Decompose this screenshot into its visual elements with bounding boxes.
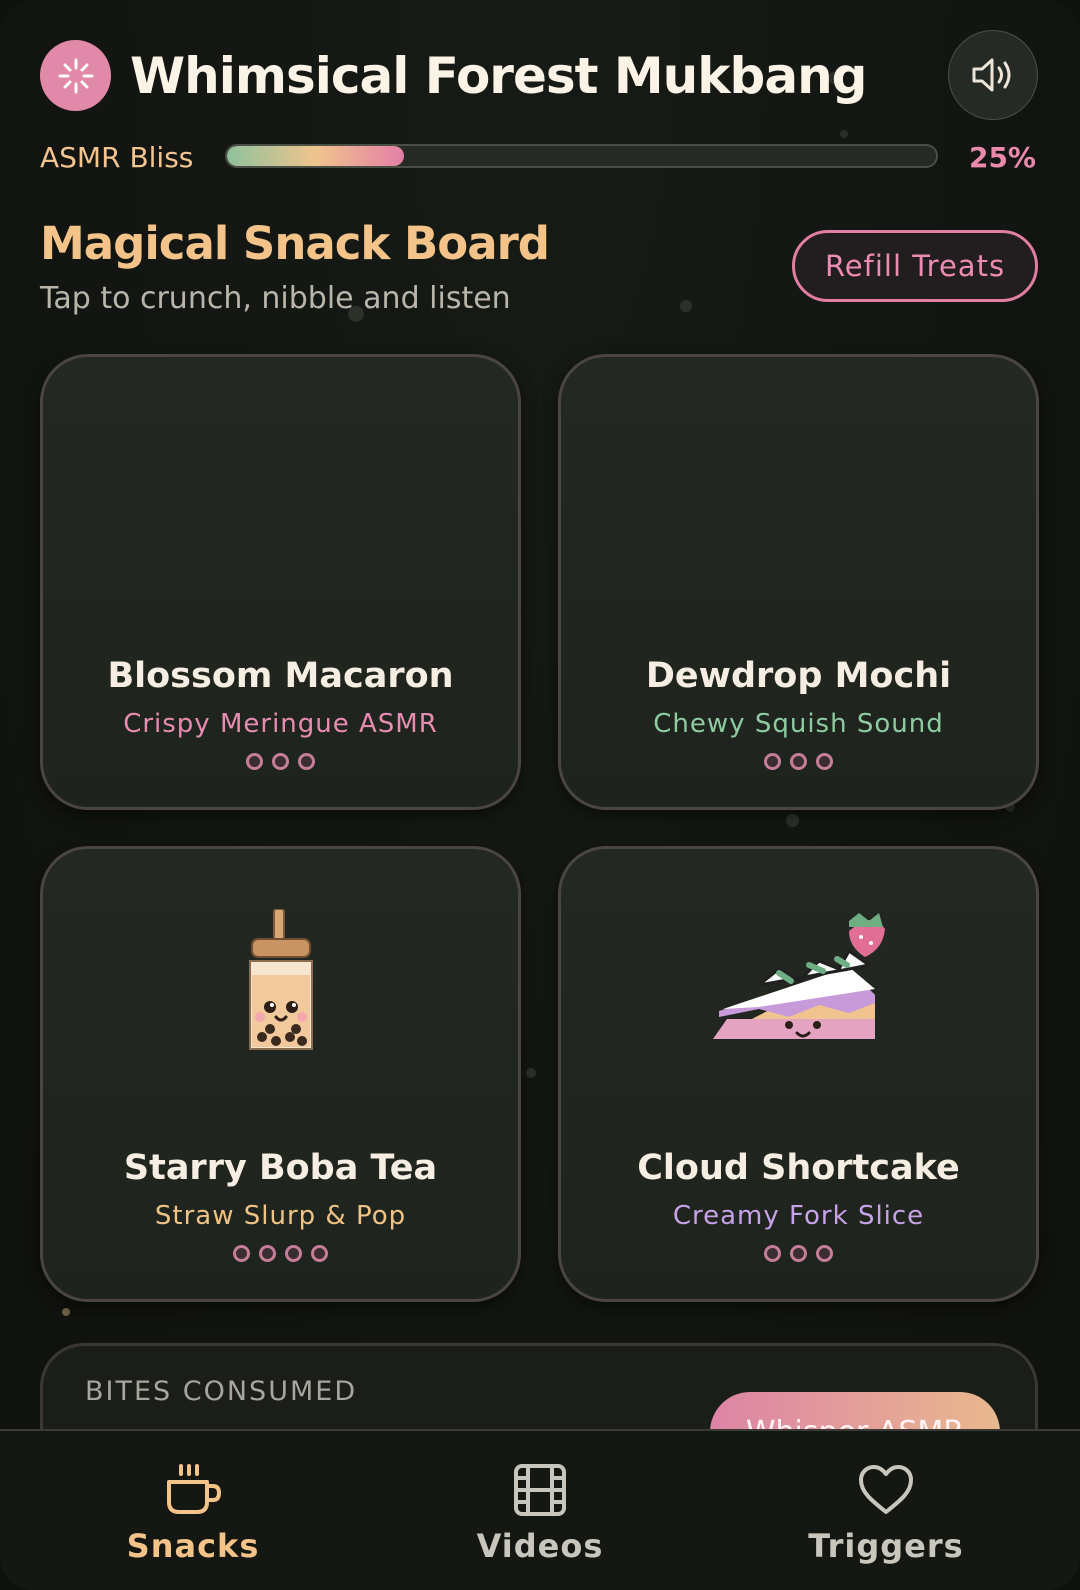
rating-pip [816, 753, 833, 770]
snack-name: Blossom Macaron [107, 656, 454, 696]
nav-icon [857, 1461, 915, 1519]
nav-icon [512, 1461, 568, 1519]
sparkle-icon [58, 58, 93, 93]
nav-tab-triggers[interactable]: Triggers [706, 1431, 1066, 1590]
bliss-percent: 25% [968, 141, 1036, 174]
section-title: Magical Snack Board [40, 217, 550, 270]
rating-pip [272, 753, 289, 770]
nav-tab-snacks[interactable]: Snacks [13, 1431, 373, 1590]
snack-sound: Creamy Fork Slice [672, 1201, 925, 1231]
ambient-dot [840, 130, 848, 138]
snack-name: Starry Boba Tea [123, 1148, 438, 1188]
rating-pip [246, 753, 263, 770]
rating-pip [816, 1245, 833, 1262]
snack-card-cloud-shortcake[interactable]: Cloud Shortcake Creamy Fork Slice [558, 846, 1039, 1302]
nav-tab-videos[interactable]: Videos [360, 1431, 720, 1590]
snack-sound: Straw Slurp & Pop [154, 1201, 407, 1231]
rating-pip [311, 1245, 328, 1262]
section-subtitle: Tap to crunch, nibble and listen [40, 281, 511, 316]
app-logo [40, 40, 111, 111]
bliss-label: ASMR Bliss [40, 141, 194, 174]
bliss-progress-fill [227, 146, 405, 166]
speaker-icon [972, 58, 1011, 92]
bites-consumed-label: BITES CONSUMED [85, 1376, 358, 1407]
snack-card-blossom-macaron[interactable]: Blossom Macaron Crispy Meringue ASMR [40, 354, 521, 810]
snack-card-starry-boba-tea[interactable]: Starry Boba Tea Straw Slurp & Pop [40, 846, 521, 1302]
rating-pip [298, 753, 315, 770]
app-screen: Whimsical Forest Mukbang ASMR Bliss 25% … [0, 0, 1080, 1590]
heart-icon [859, 1465, 913, 1514]
snack-name: Dewdrop Mochi [645, 656, 952, 696]
bottom-nav: Snacks Videos Triggers [0, 1429, 1080, 1590]
snack-art [561, 889, 1036, 1079]
rating-pip [790, 753, 807, 770]
rating-pip [285, 1245, 302, 1262]
nav-label: Videos [476, 1527, 604, 1565]
app-title: Whimsical Forest Mukbang [130, 47, 867, 105]
film-icon [514, 1464, 566, 1516]
bliss-progress-bar [225, 144, 938, 168]
snack-pips [43, 753, 518, 770]
cup-icon [167, 1464, 221, 1514]
ambient-dot [62, 1308, 70, 1316]
nav-label: Snacks [126, 1527, 260, 1565]
shortcake-icon [712, 913, 885, 1039]
snack-sound: Chewy Squish Sound [653, 709, 944, 739]
rating-pip [790, 1245, 807, 1262]
snack-pips [43, 1245, 518, 1262]
ambient-dot [526, 1068, 536, 1078]
rating-pip [764, 753, 781, 770]
sound-toggle-button[interactable] [948, 30, 1038, 120]
snack-art [43, 889, 518, 1079]
snack-pips [561, 1245, 1036, 1262]
nav-label: Triggers [808, 1527, 964, 1565]
boba-tea-icon [248, 909, 313, 1050]
rating-pip [233, 1245, 250, 1262]
ambient-dot [680, 300, 692, 312]
ambient-dot [786, 814, 799, 827]
nav-icon [163, 1461, 223, 1519]
refill-treats-button[interactable]: Refill Treats [792, 230, 1038, 302]
rating-pip [764, 1245, 781, 1262]
snack-pips [561, 753, 1036, 770]
snack-sound: Crispy Meringue ASMR [123, 709, 438, 739]
rating-pip [259, 1245, 276, 1262]
snack-name: Cloud Shortcake [637, 1148, 960, 1188]
snack-card-dewdrop-mochi[interactable]: Dewdrop Mochi Chewy Squish Sound [558, 354, 1039, 810]
